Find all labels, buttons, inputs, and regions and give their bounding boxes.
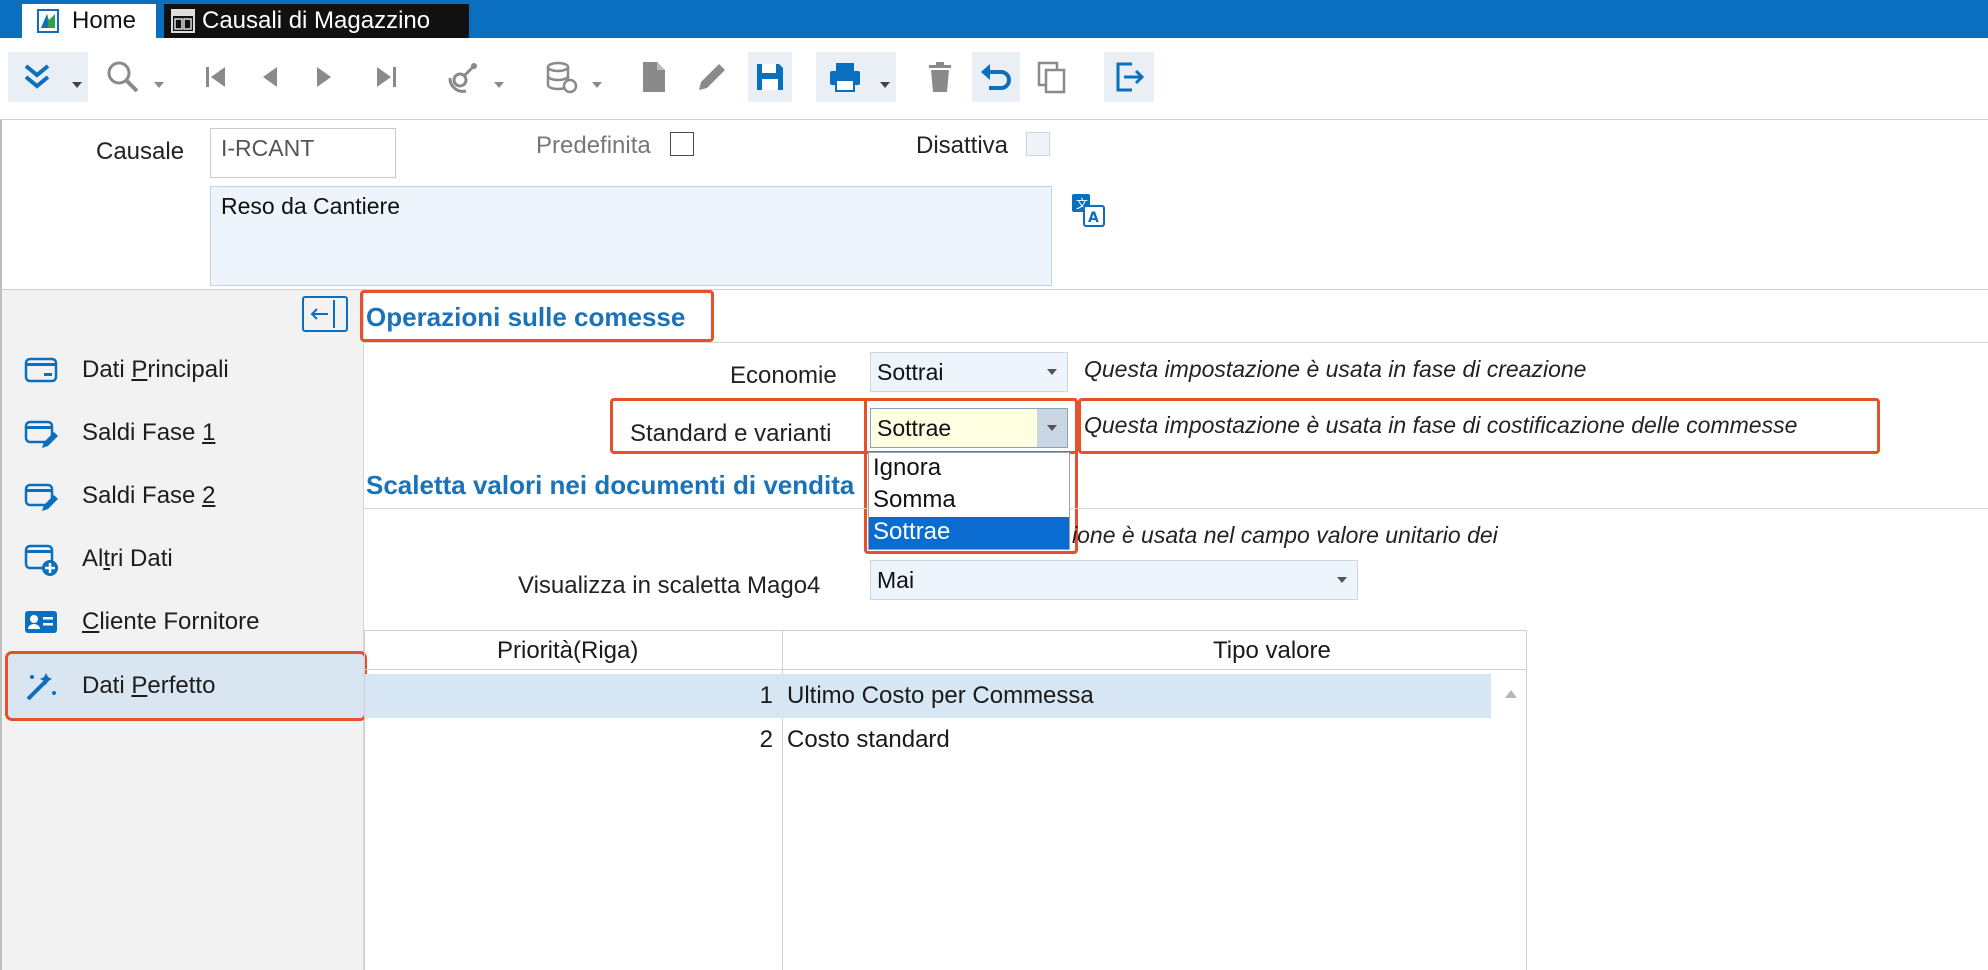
economie-combo[interactable]: Sottrai [870,352,1068,392]
save-icon [757,64,783,90]
predefinita-checkbox[interactable] [670,132,694,156]
causale-input[interactable]: I-RCANT [210,128,396,178]
undo-button[interactable] [972,52,1020,102]
exit-icon [1116,62,1145,92]
save-button[interactable] [748,52,792,102]
nav-saldi-fase-1[interactable]: Saldi Fase 1 [8,401,364,465]
exit-button[interactable] [1104,52,1154,102]
standard-varianti-hint: Questa impostazione è usata in fase di c… [1084,412,1798,438]
last-record-button[interactable] [366,52,406,102]
double-chevron-down-icon [24,64,50,89]
chevron-down-icon [1047,425,1057,431]
tab-causali-di-magazzino[interactable]: Causali di Magazzino [164,4,469,38]
search-icon [107,61,139,93]
document-window-icon [170,8,195,34]
trash-icon [929,62,951,92]
pencil-icon [699,64,725,90]
scroll-up-arrow-icon[interactable] [1505,690,1517,698]
collapse-left-icon [310,300,335,328]
dropdown-option-ignora[interactable]: Ignora [869,453,1069,485]
grid-header: Priorità(Riga) Tipo valore [365,630,1527,670]
section-title-operazioni: Operazioni sulle comesse [366,302,686,332]
column-header-priorita[interactable]: Priorità(Riga) [497,637,638,665]
description-textarea[interactable]: Reso da Cantiere [210,186,1052,286]
previous-record-button[interactable] [250,52,290,102]
database-refresh-icon [546,61,578,94]
column-header-tipo-valore[interactable]: Tipo valore [1213,637,1331,665]
previous-icon [263,67,277,87]
visualizza-label: Visualizza in scaletta Mago4 [518,572,821,599]
collapse-panel-button[interactable] [302,296,348,332]
translate-button[interactable]: 文A [1070,192,1106,228]
card-edit-icon [24,420,58,448]
chevron-down-icon [1047,369,1057,375]
new-document-button[interactable] [632,52,676,102]
tab-home[interactable]: Home [22,4,156,38]
first-record-icon [206,67,225,87]
dropdown-option-somma[interactable]: Somma [869,485,1069,517]
economie-hint: Questa impostazione è usata in fase di c… [1084,356,1587,382]
copy-icon [1037,61,1066,94]
radar-button[interactable] [438,52,508,102]
database-button[interactable] [536,52,606,102]
contact-card-icon [25,611,57,633]
nav-dati-principali[interactable]: Dati Principali [8,338,364,402]
next-icon [317,67,331,87]
home-logo-icon [36,8,60,34]
chevron-down-icon [1337,577,1347,583]
radar-icon [448,63,477,93]
standard-varianti-label: Standard e varianti [630,420,832,447]
section-divider [364,508,1988,509]
card-edit-icon [24,483,58,511]
card-add-icon [24,544,58,576]
nav-cliente-fornitore[interactable]: Cliente Fornitore [8,590,364,654]
first-record-button[interactable] [196,52,236,102]
column-divider [1526,630,1527,970]
tab-causali-label: Causali di Magazzino [202,7,431,34]
print-button[interactable] [816,52,896,102]
table-row[interactable]: 2 Costo standard [365,718,1491,762]
magic-wand-icon [26,673,56,701]
economie-label: Economie [730,362,837,389]
svg-text:A: A [1088,210,1099,226]
causale-label: Causale [96,138,185,165]
predefinita-label: Predefinita [536,132,651,159]
nav-altri-dati[interactable]: Altri Dati [8,527,364,591]
printer-icon [830,63,860,92]
new-document-icon [643,62,665,92]
disattiva-label: Disattiva [916,132,1009,159]
translate-icon: 文A [1072,194,1105,227]
section-title-scaletta: Scaletta valori nei documenti di vendita [366,470,855,500]
expand-menu-button[interactable] [8,52,88,102]
standard-varianti-dropdown-list: Ignora Somma Sottrae [868,452,1070,550]
visualizza-combo[interactable]: Mai [870,560,1358,600]
last-record-icon [377,67,396,87]
edit-button[interactable] [690,52,734,102]
undo-icon [981,64,1011,90]
copy-button[interactable] [1030,52,1074,102]
tab-home-label: Home [72,7,137,34]
section-divider [364,342,1988,343]
priority-grid: Priorità(Riga) Tipo valore 1 Ultimo Cost… [364,630,1527,970]
record-header: Causale I-RCANT Predefinita Disattiva Re… [0,120,1988,290]
delete-button[interactable] [918,52,962,102]
scaletta-hint: ione è usata nel campo valore unitario d… [1072,522,1498,548]
nav-saldi-fase-2[interactable]: Saldi Fase 2 [8,464,364,528]
dropdown-option-sottrae[interactable]: Sottrae [869,517,1069,549]
card-icon [24,357,58,383]
search-button[interactable] [98,52,168,102]
toolbar [0,38,1988,120]
standard-varianti-combo[interactable]: Sottrae [870,408,1068,448]
nav-dati-perfetto[interactable]: Dati Perfetto [5,651,367,721]
disattiva-checkbox[interactable] [1026,132,1050,156]
tab-bar: Home Causali di Magazzino [0,0,1988,38]
next-record-button[interactable] [304,52,344,102]
table-row[interactable]: 1 Ultimo Costo per Commessa [365,674,1491,718]
left-navigation: Dati Principali Saldi Fase 1 Saldi Fase … [0,290,367,970]
